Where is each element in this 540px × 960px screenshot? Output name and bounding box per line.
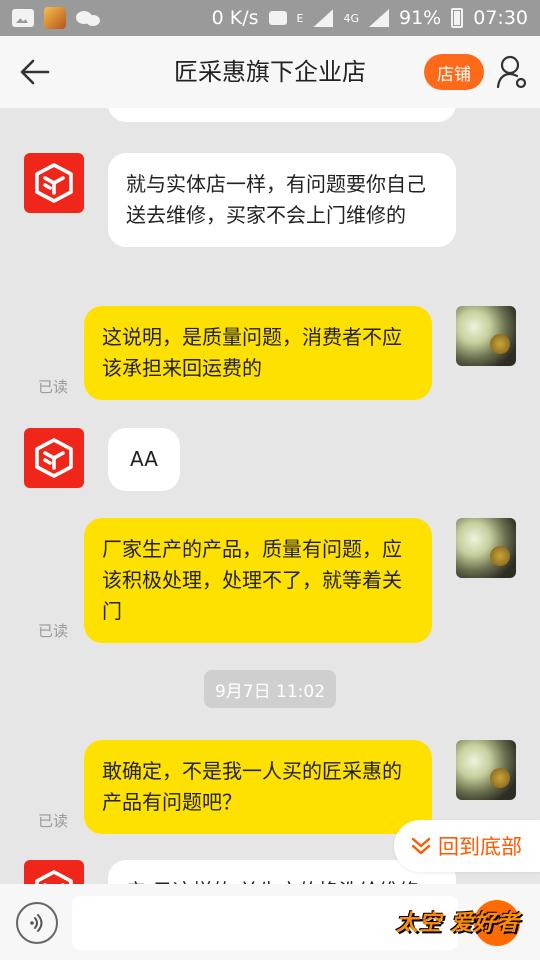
read-status: 已读 xyxy=(38,812,69,830)
battery-percent: 91% xyxy=(399,7,442,29)
network-type: 4G xyxy=(343,11,359,25)
double-chevron-down-icon xyxy=(411,837,431,855)
message-bubble-partial xyxy=(108,108,456,122)
message-bubble[interactable]: 就与实体店一样，有问题要你自己送去维修，买家不会上门维修的 xyxy=(108,153,456,247)
status-left xyxy=(12,7,102,29)
shop-logo-icon xyxy=(35,163,73,203)
arrow-left-icon xyxy=(20,59,50,85)
shop-avatar[interactable] xyxy=(24,860,84,884)
shop-logo-icon xyxy=(35,438,73,478)
battery-icon xyxy=(451,8,464,28)
status-bar: 0 K/s E 4G 91% 07:30 xyxy=(0,0,540,36)
back-button[interactable] xyxy=(18,56,52,88)
voice-input-button[interactable] xyxy=(16,902,58,944)
message-bubble[interactable]: AA xyxy=(108,428,180,491)
profile-settings-button[interactable] xyxy=(496,54,528,90)
clock: 07:30 xyxy=(473,7,528,29)
mail-icon xyxy=(268,11,287,25)
read-status: 已读 xyxy=(38,378,69,396)
status-right: 0 K/s E 4G 91% 07:30 xyxy=(212,7,528,29)
user-settings-icon xyxy=(496,55,527,89)
chat-header: 匠采惠旗下企业店 店铺 xyxy=(0,36,540,108)
read-status: 已读 xyxy=(38,622,69,640)
signal-icon-2 xyxy=(369,9,389,27)
watermark-logo: 太空 爱好者 xyxy=(396,911,520,936)
timestamp: 9月7日 11:02 xyxy=(204,670,336,708)
user-avatar[interactable] xyxy=(456,306,516,366)
back-to-bottom-label: 回到底部 xyxy=(438,835,522,859)
gallery-notification-icon xyxy=(12,9,34,27)
voice-wave-icon xyxy=(30,914,43,932)
back-to-bottom-button[interactable]: 回到底部 xyxy=(394,820,540,872)
signal-icon xyxy=(313,9,334,27)
game-notification-icon xyxy=(44,7,66,29)
shop-button[interactable]: 店铺 xyxy=(424,54,484,90)
message-bubble[interactable]: 厂家生产的产品，质量有问题，应该积极处理，处理不了，就等着关门 xyxy=(84,518,432,643)
message-bubble[interactable]: 这说明，是质量问题，消费者不应该承担来回运费的 xyxy=(84,306,432,400)
shop-logo-icon xyxy=(35,870,73,884)
message-bubble[interactable]: 敢确定，不是我一人买的匠采惠的产品有问题吧？ xyxy=(84,740,432,834)
shop-avatar[interactable] xyxy=(24,428,84,488)
shop-avatar[interactable] xyxy=(24,153,84,213)
user-avatar[interactable] xyxy=(456,518,516,578)
data-indicator-icon: E xyxy=(296,11,304,25)
wechat-notification-icon xyxy=(76,9,102,27)
network-speed: 0 K/s xyxy=(211,7,259,29)
user-avatar[interactable] xyxy=(456,740,516,800)
chat-screen: { "status_bar": { "speed": "0 K/s", "net… xyxy=(0,0,540,960)
message-list[interactable]: 就与实体店一样，有问题要你自己送去维修，买家不会上门维修的 已读 这说明，是质量… xyxy=(0,108,540,884)
